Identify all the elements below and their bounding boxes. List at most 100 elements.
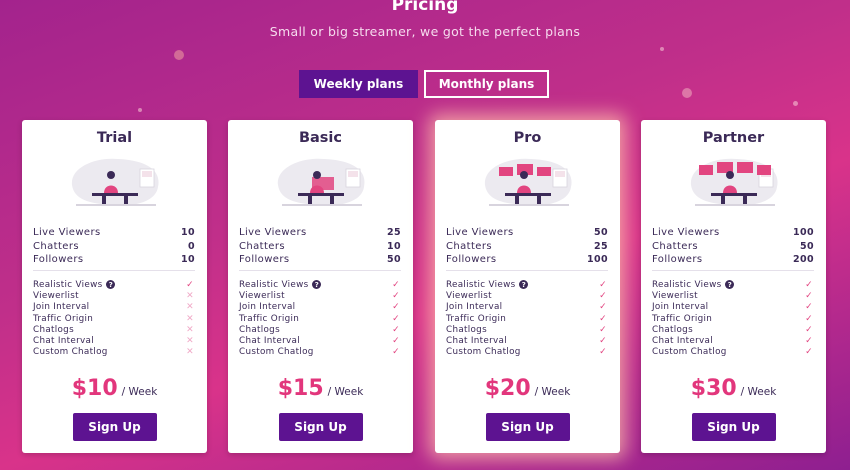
price-amount: $10 — [71, 376, 118, 401]
feature-label: Join Interval — [446, 302, 503, 313]
feature-row: Chat Interval ✕ — [33, 335, 195, 346]
check-icon: ✓ — [392, 302, 400, 313]
sign-up-button[interactable]: Sign Up — [278, 413, 363, 441]
sign-up-button[interactable]: Sign Up — [72, 413, 157, 441]
plan-price: $30/ Week — [641, 376, 826, 401]
stat-label: Followers — [33, 254, 84, 265]
stat-label: Followers — [239, 254, 290, 265]
stat-row-viewers: Live Viewers 50 — [446, 226, 608, 240]
decorative-dot — [174, 50, 184, 60]
stat-value: 200 — [792, 254, 814, 265]
page-title: Pricing — [391, 0, 459, 15]
check-icon: ✓ — [599, 279, 607, 290]
plan-card-basic: Basic Live Viewers 25 Chatters 10 Followers 50… — [228, 120, 413, 453]
stat-value: 50 — [593, 227, 608, 238]
check-icon: ✓ — [599, 302, 607, 313]
plan-card-pro: Pro Live Viewers 50 Chatters 25 Followers 100 R… — [435, 120, 620, 453]
stat-label: Live Viewers — [446, 227, 514, 238]
stat-row-followers: Followers 200 — [652, 253, 814, 267]
divider — [652, 270, 814, 271]
stat-label: Followers — [446, 254, 497, 265]
feature-row: Realistic Views? ✓ — [239, 279, 401, 290]
feature-label: Chat Interval — [652, 336, 713, 347]
question-circle-icon[interactable]: ? — [519, 280, 529, 290]
stat-row-chatters: Chatters 0 — [33, 240, 195, 254]
plan-period-toggle: Weekly plans Monthly plans — [299, 70, 549, 98]
stat-row-viewers: Live Viewers 100 — [652, 226, 814, 240]
check-icon: ✓ — [599, 347, 607, 358]
stat-label: Followers — [652, 254, 703, 265]
plan-features: Realistic Views? ✓ Viewerlist ✕ Join Interva… — [33, 279, 195, 358]
stat-label: Live Viewers — [239, 227, 307, 238]
feature-label: Realistic Views — [33, 279, 103, 290]
cross-icon: ✕ — [186, 324, 194, 335]
feature-label: Viewerlist — [652, 290, 698, 301]
plan-name: Trial — [96, 130, 133, 146]
price-period: / Week — [740, 386, 777, 398]
stat-label: Chatters — [33, 240, 79, 252]
plan-stats: Live Viewers 50 Chatters 25 Followers 100 — [446, 226, 608, 267]
stat-value: 50 — [386, 254, 401, 265]
question-circle-icon[interactable]: ? — [725, 280, 735, 290]
feature-label: Chat Interval — [446, 336, 507, 347]
feature-label: Custom Chatlog — [652, 347, 727, 358]
streamer-illustration — [272, 155, 370, 207]
divider — [33, 270, 195, 271]
stat-value: 10 — [180, 227, 195, 238]
feature-row: Chat Interval ✓ — [446, 335, 608, 346]
question-circle-icon[interactable]: ? — [312, 280, 322, 290]
streamer-illustration — [479, 155, 577, 207]
feature-label: Custom Chatlog — [239, 347, 314, 358]
sign-up-button[interactable]: Sign Up — [485, 413, 570, 441]
monthly-plans-button[interactable]: Monthly plans — [424, 70, 549, 98]
check-icon: ✓ — [392, 290, 400, 301]
feature-label: Realistic Views — [239, 279, 309, 290]
feature-label: Chatlogs — [446, 324, 487, 335]
cross-icon: ✕ — [186, 290, 194, 301]
plan-stats: Live Viewers 10 Chatters 0 Followers 10 — [33, 226, 195, 267]
feature-row: Chatlogs ✓ — [239, 324, 401, 335]
feature-row: Traffic Origin ✓ — [446, 313, 608, 324]
feature-row: Custom Chatlog ✓ — [446, 347, 608, 358]
feature-label: Viewerlist — [446, 290, 492, 301]
weekly-plans-button[interactable]: Weekly plans — [299, 70, 418, 98]
page-subtitle: Small or big streamer, we got the perfec… — [269, 24, 581, 39]
check-icon: ✓ — [805, 324, 813, 335]
feature-row: Viewerlist ✓ — [446, 290, 608, 301]
feature-row: Realistic Views? ✓ — [446, 279, 608, 290]
check-icon: ✓ — [805, 336, 813, 347]
question-circle-icon[interactable]: ? — [106, 280, 116, 290]
feature-label: Chat Interval — [239, 336, 300, 347]
feature-row: Chat Interval ✓ — [239, 335, 401, 346]
plan-name: Pro — [513, 130, 542, 146]
price-amount: $30 — [690, 376, 737, 401]
check-icon: ✓ — [392, 279, 400, 290]
check-icon: ✓ — [392, 313, 400, 324]
stat-label: Chatters — [652, 240, 698, 252]
streamer-illustration — [66, 155, 164, 207]
plan-stats: Live Viewers 25 Chatters 10 Followers 50 — [239, 226, 401, 267]
price-amount: $15 — [277, 376, 324, 401]
feature-row: Traffic Origin ✕ — [33, 313, 195, 324]
plan-price: $10/ Week — [22, 376, 207, 401]
check-icon: ✓ — [599, 324, 607, 335]
feature-row: Viewerlist ✓ — [652, 290, 814, 301]
feature-row: Chatlogs ✓ — [652, 324, 814, 335]
feature-row: Join Interval ✓ — [239, 302, 401, 313]
check-icon: ✓ — [392, 324, 400, 335]
check-icon: ✓ — [805, 279, 813, 290]
stat-label: Chatters — [446, 240, 492, 252]
sign-up-button[interactable]: Sign Up — [691, 413, 776, 441]
feature-label: Realistic Views — [446, 279, 516, 290]
stat-value: 10 — [180, 254, 195, 265]
cross-icon: ✕ — [186, 347, 194, 358]
check-icon: ✓ — [805, 290, 813, 301]
price-period: / Week — [534, 386, 571, 398]
feature-row: Chatlogs ✕ — [33, 324, 195, 335]
price-period: / Week — [121, 386, 158, 398]
stat-row-chatters: Chatters 50 — [652, 240, 814, 254]
feature-label: Realistic Views — [652, 279, 722, 290]
stat-row-followers: Followers 100 — [446, 253, 608, 267]
feature-label: Traffic Origin — [446, 313, 507, 324]
check-icon: ✓ — [392, 336, 400, 347]
